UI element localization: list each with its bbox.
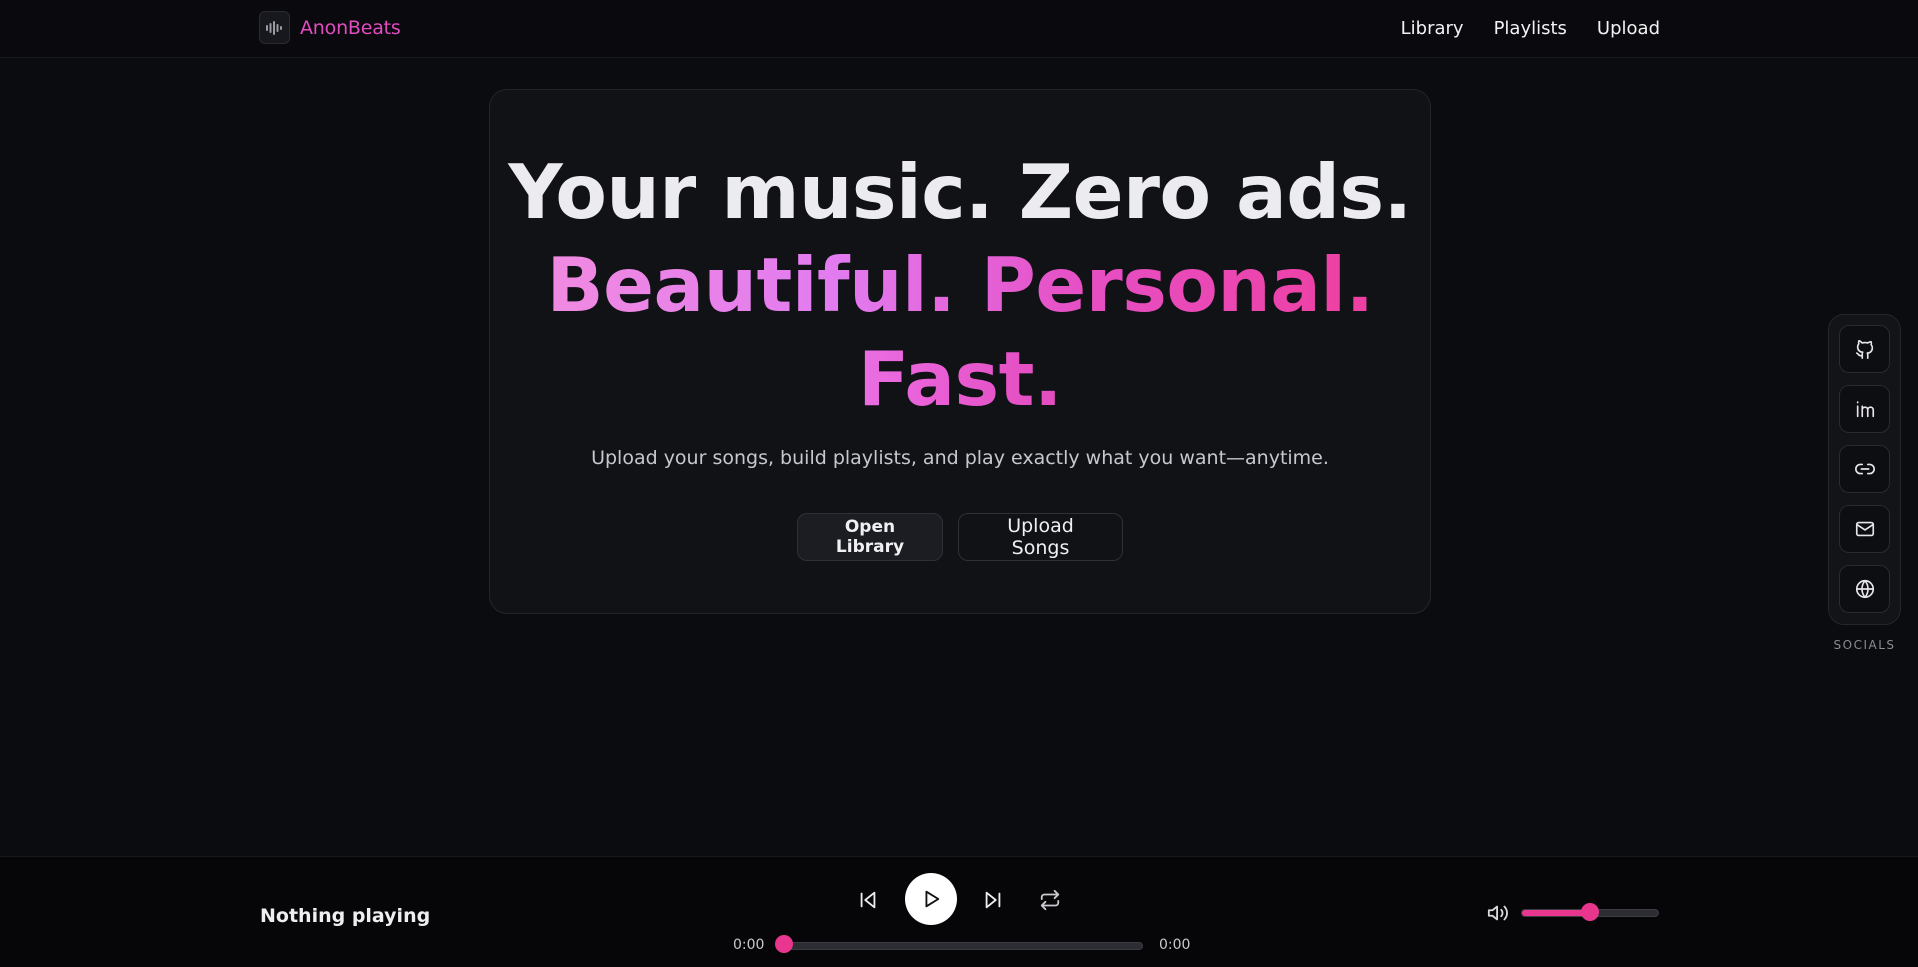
nav-library[interactable]: Library xyxy=(1401,18,1464,39)
progress-track[interactable] xyxy=(780,942,1143,950)
now-playing-title: Nothing playing xyxy=(260,905,431,927)
progress-thumb[interactable] xyxy=(775,935,793,953)
repeat-button[interactable] xyxy=(1034,884,1066,916)
play-icon xyxy=(925,890,940,908)
link-icon[interactable] xyxy=(1839,445,1890,493)
nav-upload[interactable]: Upload xyxy=(1597,18,1660,39)
brand[interactable]: AnonBeats xyxy=(259,11,401,44)
skip-forward-icon xyxy=(985,891,1001,909)
skip-back-icon xyxy=(860,891,876,909)
volume-icon xyxy=(1487,905,1508,921)
hero-card: Your music. Zero ads. Beautiful. Persona… xyxy=(489,89,1431,614)
hero-actions: Open Library Upload Songs xyxy=(490,513,1430,561)
brand-name: AnonBeats xyxy=(300,16,401,39)
player-bar: Nothing playing 0:00 0:00 xyxy=(0,856,1918,967)
current-time: 0:00 xyxy=(733,937,765,953)
hero-headline-line3-text: Fast. xyxy=(858,335,1062,423)
hero-headline-line3: Fast. xyxy=(490,342,1430,417)
nav-playlists[interactable]: Playlists xyxy=(1494,18,1567,39)
hero-headline-line2-text: Beautiful. Personal. xyxy=(546,241,1374,329)
waveform-icon xyxy=(259,11,290,44)
linkedin-icon[interactable] xyxy=(1839,385,1890,433)
repeat-icon xyxy=(1040,889,1060,911)
open-library-button[interactable]: Open Library xyxy=(797,513,943,561)
next-track-button[interactable] xyxy=(977,884,1009,916)
duration: 0:00 xyxy=(1159,937,1191,953)
globe-icon[interactable] xyxy=(1839,565,1890,613)
play-button[interactable] xyxy=(905,873,957,925)
upload-songs-button[interactable]: Upload Songs xyxy=(958,513,1123,561)
hero-subtitle: Upload your songs, build playlists, and … xyxy=(591,447,1329,469)
hero-headline-line1: Your music. Zero ads. xyxy=(508,148,1412,236)
volume-button[interactable] xyxy=(1484,899,1512,927)
mail-icon[interactable] xyxy=(1839,505,1890,553)
main-nav: Library Playlists Upload xyxy=(1401,18,1660,39)
previous-track-button[interactable] xyxy=(852,884,884,916)
socials-label: SOCIALS xyxy=(1833,638,1896,652)
github-icon[interactable] xyxy=(1839,325,1890,373)
volume-thumb[interactable] xyxy=(1581,903,1599,921)
hero-headline-line2: Beautiful. Personal. xyxy=(490,248,1430,323)
top-nav-bar: AnonBeats Library Playlists Upload xyxy=(0,0,1918,58)
socials-dock xyxy=(1828,314,1901,625)
